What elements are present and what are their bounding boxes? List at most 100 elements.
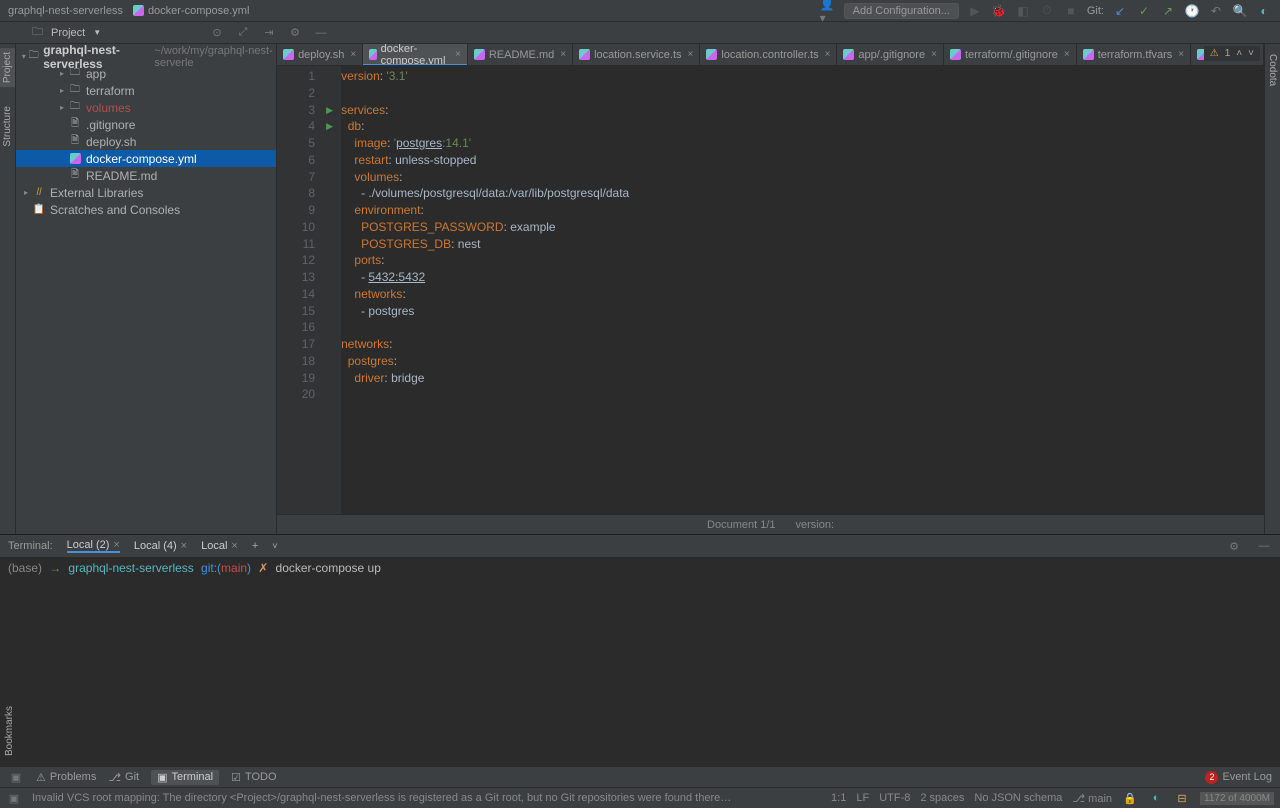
todo-tool-button[interactable]: ☑TODO <box>231 771 276 784</box>
indent-setting[interactable]: 2 spaces <box>920 792 964 804</box>
close-tab-icon[interactable]: × <box>1178 49 1184 60</box>
terminal-tool-label: Terminal <box>172 771 214 783</box>
coverage-icon[interactable]: ◧ <box>1015 3 1031 19</box>
git-push-icon[interactable]: ↗ <box>1160 3 1176 19</box>
run-icon[interactable]: ▶ <box>967 3 983 19</box>
project-toolbar: 🗀 Project ▼ ⊙ ⤢ ⇥ ⚙ — <box>0 22 1280 44</box>
rollback-icon[interactable]: ↶ <box>1208 3 1224 19</box>
close-tab-icon[interactable]: × <box>350 49 356 60</box>
chevron-down-icon[interactable]: ˅ <box>1248 48 1254 59</box>
tree-scratches-label: Scratches and Consoles <box>50 203 180 217</box>
tree-external-libs[interactable]: ▸ 𝑙𝑙 External Libraries <box>16 184 276 201</box>
tree-item[interactable]: 🗎.gitignore <box>16 116 276 133</box>
terminal-dropdown-icon[interactable]: ˅ <box>272 541 277 551</box>
settings-icon[interactable]: ⚙ <box>287 25 303 41</box>
project-tool-tab[interactable]: Project <box>0 48 15 87</box>
debug-icon[interactable]: 🐞 <box>991 3 1007 19</box>
status-tool-icon[interactable]: ▣ <box>6 790 22 806</box>
editor-tab[interactable]: location.service.ts × <box>573 44 700 66</box>
close-tab-icon[interactable]: × <box>1064 49 1070 60</box>
file-type-icon <box>579 49 590 60</box>
search-everywhere-icon[interactable]: 🔍 <box>1232 3 1248 19</box>
collapse-all-icon[interactable]: ⇥ <box>261 25 277 41</box>
line-ending[interactable]: LF <box>856 792 869 804</box>
close-tab-icon[interactable]: × <box>560 49 566 60</box>
git-history-icon[interactable]: 🕐 <box>1184 3 1200 19</box>
terminal-tab-bar: Terminal: Local (2) ×Local (4) ×Local × … <box>0 535 1280 557</box>
editor-tab[interactable]: terraform.tfvars × <box>1077 44 1191 66</box>
project-tree[interactable]: ▾ 🗀 graphql-nest-serverless ~/work/my/gr… <box>16 44 276 534</box>
terminal-tab[interactable]: Local (4) × <box>134 539 187 553</box>
terminal-output[interactable]: (base) → graphql-nest-serverless git:(ma… <box>0 557 1280 766</box>
git-branch-status[interactable]: ⎇ main <box>1072 792 1112 805</box>
user-icon[interactable]: 👤▾ <box>820 3 836 19</box>
editor-tab[interactable]: app/.gitignore× <box>837 44 944 66</box>
tree-item[interactable]: ▸🗀volumes <box>16 99 276 116</box>
terminal-settings-icon[interactable]: ⚙ <box>1226 538 1242 554</box>
close-icon[interactable]: × <box>231 540 237 552</box>
close-tab-icon[interactable]: × <box>455 49 461 60</box>
expand-all-icon[interactable]: ⤢ <box>235 25 251 41</box>
codota-icon[interactable]: ◐ <box>1256 3 1272 19</box>
caret-position[interactable]: 1:1 <box>831 792 846 804</box>
profile-icon[interactable]: ⏱ <box>1039 3 1055 19</box>
indexing-icon[interactable]: ⊟ <box>1174 790 1190 806</box>
status-message[interactable]: Invalid VCS root mapping: The directory … <box>32 792 732 804</box>
editor-tab[interactable]: README.md× <box>468 44 573 66</box>
chevron-up-icon[interactable]: ˄ <box>1236 48 1242 59</box>
add-configuration-dropdown[interactable]: Add Configuration... <box>844 3 959 19</box>
codota-status-icon[interactable]: ◐ <box>1148 790 1164 806</box>
project-dropdown-label[interactable]: Project <box>51 27 85 39</box>
problems-tool-button[interactable]: ⚠Problems <box>36 771 96 784</box>
json-schema[interactable]: No JSON schema <box>974 792 1062 804</box>
new-terminal-icon[interactable]: + <box>252 540 258 552</box>
tree-item[interactable]: ▸🗀terraform <box>16 82 276 99</box>
file-icon: 🗀 <box>68 67 82 81</box>
code-content[interactable]: version: '3.1'services: db: image: 'post… <box>341 66 629 514</box>
git-pull-icon[interactable]: ↙ <box>1112 3 1128 19</box>
bookmarks-tool-tab[interactable]: Bookmarks <box>2 702 17 760</box>
tree-scratches[interactable]: 📋 Scratches and Consoles <box>16 201 276 218</box>
encoding[interactable]: UTF-8 <box>879 792 910 804</box>
git-tool-button[interactable]: ⎇Git <box>108 771 139 784</box>
terminal-tool-button[interactable]: ▣Terminal <box>151 770 219 785</box>
editor-tab[interactable]: docker-compose.yml× <box>363 44 468 66</box>
tab-label: terraform.tfvars <box>1098 49 1173 61</box>
structure-tool-tab[interactable]: Structure <box>0 102 15 151</box>
close-tab-icon[interactable]: × <box>825 49 831 60</box>
close-icon[interactable]: × <box>181 540 187 552</box>
stop-icon[interactable]: ■ <box>1063 3 1079 19</box>
git-commit-icon[interactable]: ✓ <box>1136 3 1152 19</box>
select-opened-file-icon[interactable]: ⊙ <box>209 25 225 41</box>
close-tab-icon[interactable]: × <box>688 49 694 60</box>
codota-tool-tab[interactable]: Codota <box>1265 50 1280 90</box>
hide-icon[interactable]: — <box>313 25 329 41</box>
file-icon: 🗎 <box>68 135 82 149</box>
inspection-widget[interactable]: ⚠ 1 ˄ ˅ <box>1204 46 1260 61</box>
tab-label: location.service.ts <box>594 49 681 61</box>
tree-item[interactable]: docker-compose.yml <box>16 150 276 167</box>
tool-window-icon[interactable]: ▣ <box>8 769 24 785</box>
code-editor[interactable]: 1234567891011121314151617181920 ▶▶ versi… <box>277 66 1264 514</box>
terminal-tab[interactable]: Local (2) × <box>67 539 120 553</box>
editor-tab[interactable]: deploy.sh× <box>277 44 363 66</box>
tree-root[interactable]: ▾ 🗀 graphql-nest-serverless ~/work/my/gr… <box>16 48 276 65</box>
tree-item[interactable]: 🗎README.md <box>16 167 276 184</box>
branch-name: main <box>1088 793 1112 805</box>
file-icon: 🗀 <box>68 101 82 115</box>
editor-tab[interactable]: terraform/.gitignore× <box>944 44 1077 66</box>
lock-icon[interactable]: 🔒 <box>1122 790 1138 806</box>
yaml-icon <box>133 5 144 16</box>
tree-ext-lib-label: External Libraries <box>50 186 143 200</box>
tree-item[interactable]: 🗎deploy.sh <box>16 133 276 150</box>
memory-indicator[interactable]: 1172 of 4000M <box>1200 792 1274 805</box>
close-tab-icon[interactable]: × <box>931 49 937 60</box>
terminal-hide-icon[interactable]: — <box>1256 538 1272 554</box>
chevron-down-icon[interactable]: ▼ <box>93 28 101 37</box>
term-git-close: ) <box>247 561 251 575</box>
event-log-button[interactable]: 2 Event Log <box>1205 771 1272 784</box>
editor-tab[interactable]: location.controller.ts× <box>700 44 837 66</box>
close-icon[interactable]: × <box>113 539 119 551</box>
editor-area: deploy.sh×docker-compose.yml×README.md×l… <box>277 44 1264 534</box>
terminal-tab[interactable]: Local × <box>201 539 238 553</box>
